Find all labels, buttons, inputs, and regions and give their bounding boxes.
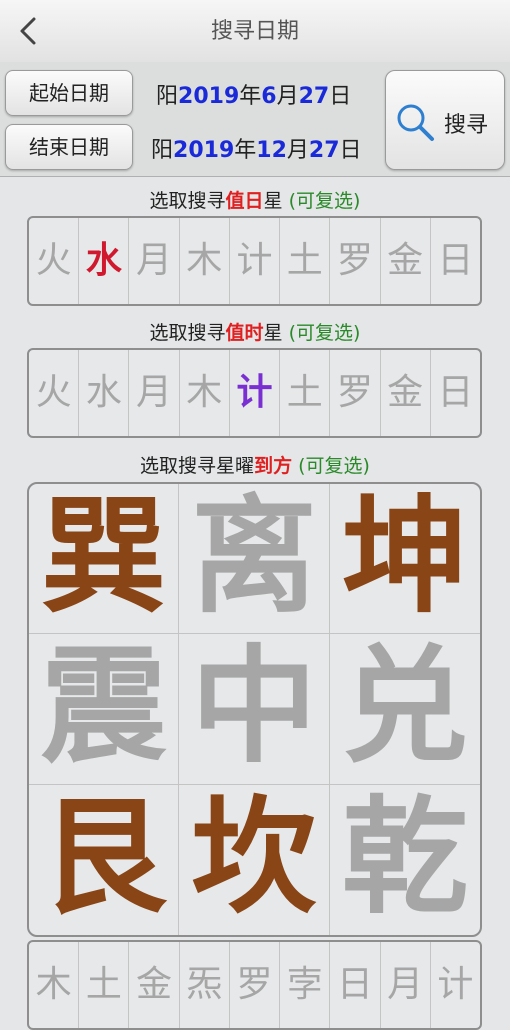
- day-star-option[interactable]: 月: [129, 218, 180, 304]
- hour-star-label: 选取搜寻值时星 (可复选): [149, 322, 361, 344]
- start-date-button[interactable]: 起始日期: [5, 70, 133, 116]
- date-panel: 起始日期 阳2019年6月27日 结束日期 阳2019年12月27日 搜寻: [0, 62, 510, 177]
- search-button-label: 搜寻: [444, 113, 489, 138]
- star-option[interactable]: 炁: [180, 942, 230, 1028]
- day-star-option[interactable]: 金: [381, 218, 431, 304]
- hour-star-option[interactable]: 罗: [330, 350, 381, 436]
- star-option[interactable]: 金: [129, 942, 180, 1028]
- star-option[interactable]: 土: [79, 942, 130, 1028]
- star-option[interactable]: 计: [431, 942, 480, 1028]
- direction-option-selected[interactable]: 坎: [179, 784, 330, 935]
- hour-star-option[interactable]: 月: [129, 350, 180, 436]
- star-option[interactable]: 木: [29, 942, 80, 1028]
- day-star-option[interactable]: 计: [230, 218, 281, 304]
- direction-option-selected[interactable]: 巽: [29, 484, 180, 635]
- star-option[interactable]: 罗: [230, 942, 281, 1028]
- search-button[interactable]: 搜寻: [385, 70, 505, 170]
- direction-option[interactable]: 离: [179, 484, 330, 635]
- start-date-value: 阳2019年6月27日: [156, 84, 352, 109]
- hour-star-row: 火 水 月 木 计 土 罗 金 日: [27, 348, 482, 438]
- day-star-option-selected[interactable]: 水: [79, 218, 130, 304]
- end-date-button[interactable]: 结束日期: [5, 124, 133, 170]
- direction-option[interactable]: 乾: [330, 784, 480, 935]
- star-row: 木 土 金 炁 罗 孛 日 月 计: [27, 940, 482, 1030]
- day-star-row: 火 水 月 木 计 土 罗 金 日: [27, 216, 482, 306]
- direction-option-selected[interactable]: 坤: [329, 484, 480, 635]
- page-title: 搜寻日期: [210, 19, 299, 44]
- day-star-label: 选取搜寻值日星 (可复选): [149, 190, 361, 212]
- day-star-option[interactable]: 火: [29, 218, 80, 304]
- direction-label: 选取搜寻星曜到方 (可复选): [140, 455, 370, 477]
- star-option[interactable]: 月: [381, 942, 431, 1028]
- star-option[interactable]: 孛: [280, 942, 331, 1028]
- direction-option-selected[interactable]: 艮: [29, 784, 180, 935]
- day-star-option[interactable]: 日: [431, 218, 480, 304]
- nav-bar: 搜寻日期: [0, 0, 510, 63]
- direction-option[interactable]: 震: [29, 634, 180, 785]
- hour-star-option[interactable]: 金: [381, 350, 431, 436]
- end-date-value: 阳2019年12月27日: [151, 138, 362, 163]
- day-star-option[interactable]: 土: [280, 218, 331, 304]
- day-star-option[interactable]: 罗: [330, 218, 381, 304]
- hour-star-option[interactable]: 水: [79, 350, 130, 436]
- hour-star-option[interactable]: 日: [431, 350, 480, 436]
- day-star-option[interactable]: 木: [180, 218, 230, 304]
- star-option[interactable]: 日: [330, 942, 381, 1028]
- hour-star-option-selected[interactable]: 计: [230, 350, 281, 436]
- direction-option[interactable]: 兑: [329, 634, 480, 785]
- search-icon: [397, 104, 434, 141]
- hour-star-option[interactable]: 火: [29, 350, 80, 436]
- hour-star-option[interactable]: 土: [280, 350, 331, 436]
- direction-grid: 巽 离 坤 震 中 兑 艮 坎 乾: [27, 482, 482, 937]
- hour-star-option[interactable]: 木: [180, 350, 230, 436]
- direction-option[interactable]: 中: [179, 634, 330, 785]
